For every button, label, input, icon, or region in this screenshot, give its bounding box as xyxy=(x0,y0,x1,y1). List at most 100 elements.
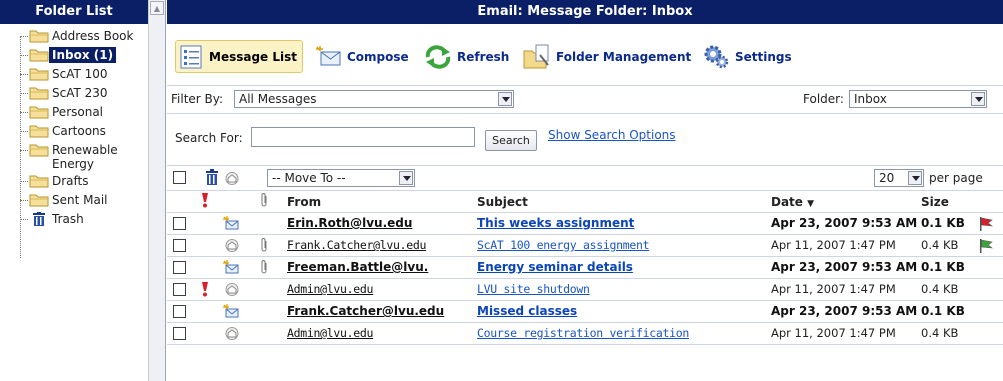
message-row[interactable]: Admin@lvu.edu Course registration verifi… xyxy=(167,323,1003,345)
folder-list-panel: Folder List ▲ Address Book Inbox (1) ScA… xyxy=(0,0,166,381)
folder-label: Renewable Energy xyxy=(52,143,118,171)
new-mail-icon xyxy=(223,304,239,318)
sidebar-item-scat-230[interactable]: ScAT 230 xyxy=(0,85,148,103)
column-date[interactable]: Date ▼ xyxy=(771,195,814,212)
message-subject[interactable]: This weeks assignment xyxy=(477,216,634,231)
message-subject[interactable]: ScAT 100 energy assignment xyxy=(477,238,650,253)
search-bar: Search For: Search Show Search Options xyxy=(167,114,1003,166)
row-checkbox[interactable] xyxy=(173,261,186,274)
refresh-icon xyxy=(425,44,451,69)
chevron-down-icon xyxy=(498,92,512,106)
per-page-value: 20 xyxy=(879,171,895,185)
message-from[interactable]: Frank.Catcher@lvu.edu xyxy=(287,304,444,319)
filter-bar: Filter By: All Messages Folder: Inbox xyxy=(167,86,1003,114)
sidebar-item-cartoons[interactable]: Cartoons xyxy=(0,123,148,141)
message-list-button[interactable]: Message List xyxy=(175,40,304,73)
message-from[interactable]: Admin@lvu.edu xyxy=(287,282,373,297)
sidebar-item-renewable-energy[interactable]: Renewable Energy xyxy=(0,142,148,172)
folder-label: Sent Mail xyxy=(52,193,108,207)
move-to-select[interactable]: -- Move To -- xyxy=(267,169,415,187)
message-date: Apr 23, 2007 9:53 AM xyxy=(771,304,918,318)
search-input[interactable] xyxy=(251,127,475,147)
message-size: 0.4 KB xyxy=(921,238,959,252)
message-size: 0.1 KB xyxy=(921,260,965,274)
row-checkbox[interactable] xyxy=(173,239,186,252)
settings-button[interactable]: Settings xyxy=(703,40,792,73)
filter-select[interactable]: All Messages xyxy=(234,90,514,108)
flag-red-icon[interactable] xyxy=(979,217,993,231)
envelope-open-icon xyxy=(225,283,239,296)
scroll-up-icon[interactable]: ▲ xyxy=(150,1,164,15)
sidebar-item-drafts[interactable]: Drafts xyxy=(0,173,148,191)
sidebar-item-address-book[interactable]: Address Book xyxy=(0,28,148,46)
message-subject[interactable]: Energy seminar details xyxy=(477,260,633,275)
chevron-down-icon xyxy=(399,171,413,185)
message-row[interactable]: Admin@lvu.edu LVU site shutdown Apr 11, … xyxy=(167,279,1003,301)
envelope-open-icon xyxy=(225,327,239,340)
message-row[interactable]: Frank.Catcher@lvu.edu ScAT 100 energy as… xyxy=(167,235,1003,257)
message-from[interactable]: Erin.Roth@lvu.edu xyxy=(287,216,412,231)
attachment-icon[interactable] xyxy=(261,193,269,208)
sidebar-item-inbox-1[interactable]: Inbox (1) xyxy=(0,47,148,65)
envelope-open-icon[interactable] xyxy=(225,172,239,185)
row-checkbox[interactable] xyxy=(173,283,186,296)
search-for-label: Search For: xyxy=(175,131,243,145)
folder-label: ScAT 100 xyxy=(52,67,108,81)
search-button[interactable]: Search xyxy=(485,130,537,151)
per-page-select[interactable]: 20 xyxy=(874,169,924,187)
show-search-options-link[interactable]: Show Search Options xyxy=(548,128,676,142)
message-subject[interactable]: Missed classes xyxy=(477,304,577,319)
move-to-value: -- Move To -- xyxy=(272,171,346,185)
folder-label: Personal xyxy=(52,105,104,119)
message-list-icon xyxy=(180,45,202,68)
message-size: 0.1 KB xyxy=(921,304,965,318)
folder-management-label: Folder Management xyxy=(556,49,692,64)
sidebar-item-personal[interactable]: Personal xyxy=(0,104,148,122)
importance-icon[interactable] xyxy=(201,193,209,208)
column-subject[interactable]: Subject xyxy=(477,195,528,210)
message-subject[interactable]: LVU site shutdown xyxy=(477,282,590,297)
settings-icon xyxy=(704,45,729,68)
chevron-down-icon xyxy=(971,92,985,106)
folder-management-button[interactable]: Folder Management xyxy=(522,40,691,73)
filter-select-value: All Messages xyxy=(239,92,317,106)
refresh-label: Refresh xyxy=(457,49,510,64)
message-row[interactable]: Freeman.Battle@lvu. Energy seminar detai… xyxy=(167,257,1003,279)
sidebar-scrollbar[interactable]: ▲ xyxy=(148,0,165,381)
folder-select-value: Inbox xyxy=(854,92,887,106)
folder-select[interactable]: Inbox xyxy=(849,90,987,108)
sidebar-item-scat-100[interactable]: ScAT 100 xyxy=(0,66,148,84)
message-from[interactable]: Frank.Catcher@lvu.edu xyxy=(287,238,426,253)
row-checkbox[interactable] xyxy=(173,305,186,318)
folder-label: Trash xyxy=(52,212,84,226)
flag-green-icon[interactable] xyxy=(979,239,993,253)
sidebar-item-sent-mail[interactable]: Sent Mail xyxy=(0,192,148,210)
trash-icon[interactable] xyxy=(205,169,219,186)
message-subject[interactable]: Course registration verification xyxy=(477,326,689,341)
folder-tree: Address Book Inbox (1) ScAT 100 ScAT 230… xyxy=(0,28,148,258)
message-row[interactable]: Erin.Roth@lvu.edu This weeks assignment … xyxy=(167,213,1003,235)
folder-label: ScAT 230 xyxy=(52,86,108,100)
folder-label: Address Book xyxy=(52,29,134,43)
message-row[interactable]: Frank.Catcher@lvu.edu Missed classes Apr… xyxy=(167,301,1003,323)
folder-icon xyxy=(29,87,49,100)
select-all-checkbox[interactable] xyxy=(173,171,186,184)
folder-label: Cartoons xyxy=(52,124,106,138)
compose-button[interactable]: Compose xyxy=(315,40,409,73)
refresh-button[interactable]: Refresh xyxy=(423,40,509,73)
column-size[interactable]: Size xyxy=(921,195,949,210)
message-list-label: Message List xyxy=(209,49,298,64)
message-date: Apr 11, 2007 1:47 PM xyxy=(771,238,896,252)
sidebar-item-trash[interactable]: Trash xyxy=(0,211,148,229)
message-from[interactable]: Admin@lvu.edu xyxy=(287,326,373,341)
message-size: 0.1 KB xyxy=(921,216,965,230)
row-checkbox[interactable] xyxy=(173,327,186,340)
message-date: Apr 23, 2007 9:53 AM xyxy=(771,216,918,230)
compose-icon xyxy=(316,45,341,65)
folder-icon xyxy=(29,125,49,138)
per-page-label: per page xyxy=(929,171,983,185)
folder-icon xyxy=(29,30,49,43)
column-from[interactable]: From xyxy=(287,195,321,210)
message-from[interactable]: Freeman.Battle@lvu. xyxy=(287,260,428,275)
row-checkbox[interactable] xyxy=(173,217,186,230)
